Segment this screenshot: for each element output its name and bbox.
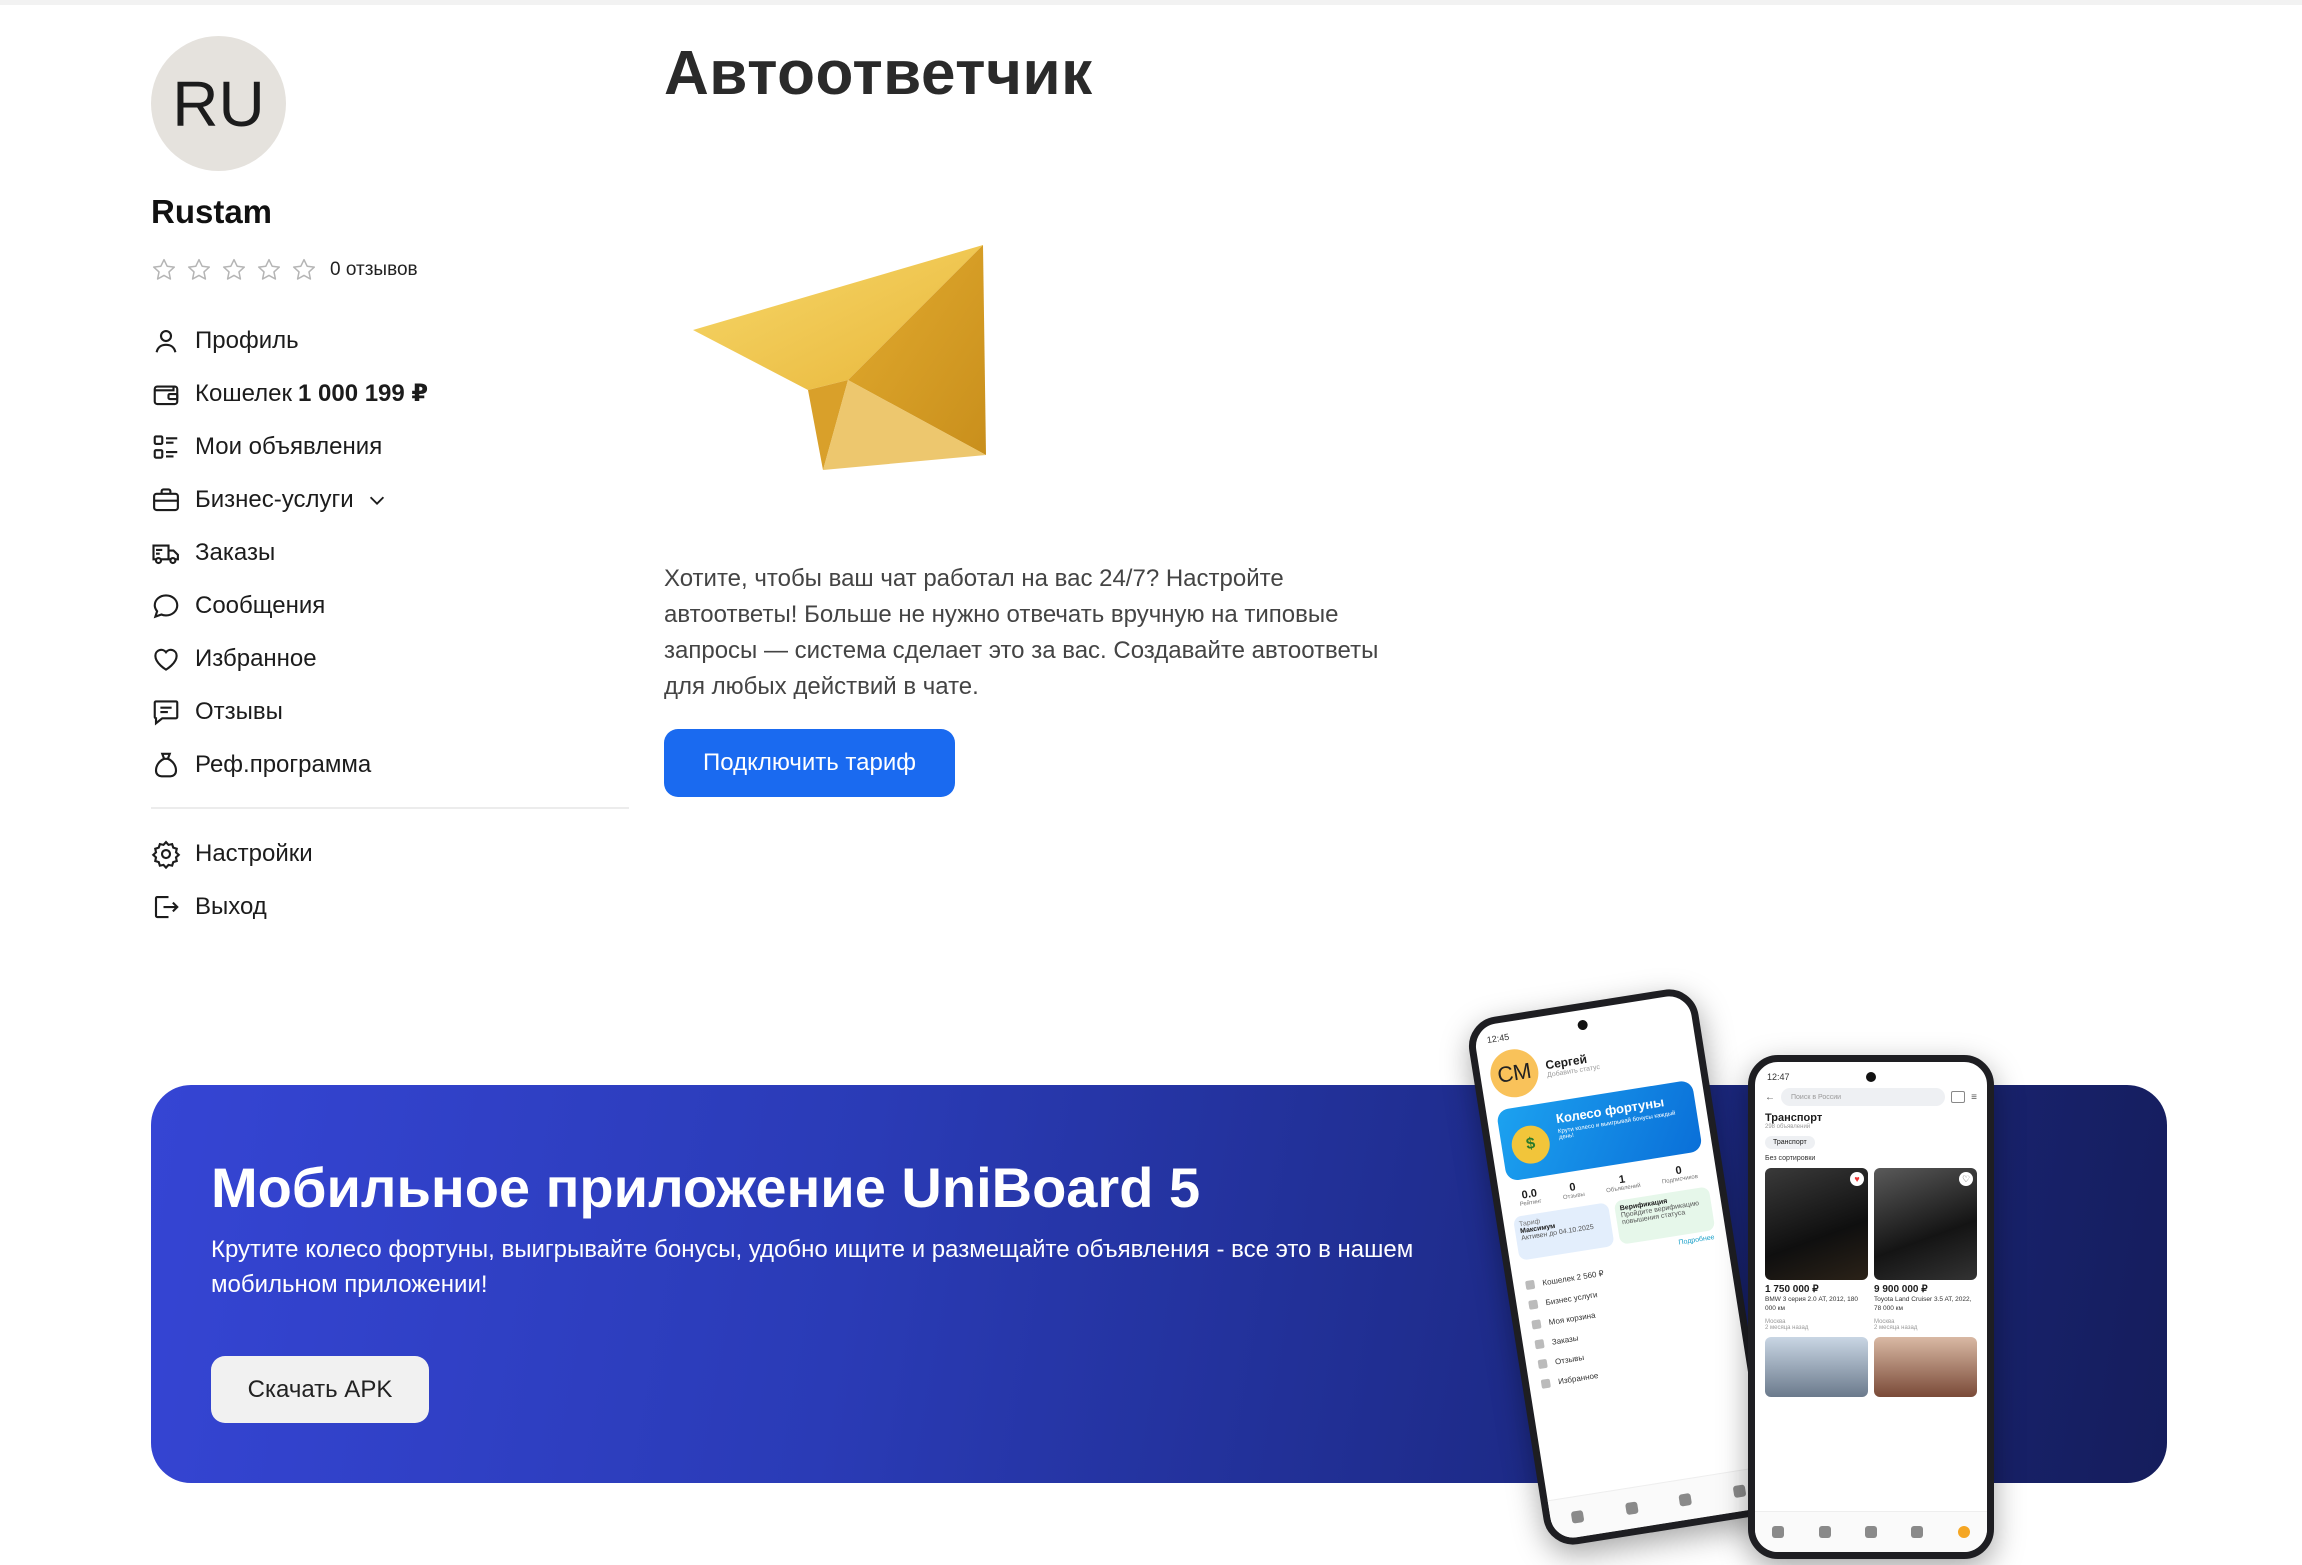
listing-date: 2 месяца назад [1765,1325,1809,1331]
stat: 0.0 Рейтинг [1519,1187,1543,1209]
rating: 0 отзывов [151,255,418,285]
reviews-count[interactable]: 0 отзывов [330,259,418,281]
sidebar-item-reviews[interactable]: Отзывы [151,685,629,738]
listing-price: 9 900 000 ₽ [1874,1284,1928,1295]
star-icon [222,258,246,280]
phone-mockup-listings: 12:47 ← Поиск в России ≡ Транспорт 298 о… [1748,1055,1994,1559]
page-title: Автоответчик [664,39,1093,108]
wallet-amount: 1 000 199 ₽ [297,380,429,407]
gear-icon [151,840,181,869]
banner-text: Крутите колесо фортуны, выигрывайте бону… [211,1236,1414,1298]
sidebar-item-business[interactable]: Бизнес-услуги [151,473,629,526]
sidebar-item-messages[interactable]: Сообщения [151,579,629,632]
back-arrow-icon: ← [1765,1091,1775,1103]
bag-icon [1951,1091,1966,1103]
sidebar-item-label: Отзывы [195,697,283,725]
heart-icon [154,648,178,671]
sidebar-item-settings[interactable]: Настройки [151,827,629,880]
sidebar-item-wallet[interactable]: Кошелек 1 000 199 ₽ [151,367,629,420]
review-icon [153,699,179,725]
heart-icon: ♥ [1850,1172,1864,1186]
phone-listing-grid: ♥ 1 750 000 ₽ BMW 3 серия 2.0 AT, 2012, … [1755,1162,1987,1403]
banner-title: Мобильное приложение UniBoard 5 [211,1156,1201,1219]
sidebar-item-my-ads[interactable]: Мои объявления [151,420,629,473]
sidebar-item-label: Настройки [195,839,313,867]
phone-category-title: Транспорт [1765,1112,1823,1124]
phone-bottom-nav [1755,1511,1987,1552]
star-icon [257,258,281,280]
sidebar-item-label: Мои объявления [195,432,383,460]
phone-listing-count: 298 объявлений [1765,1124,1811,1130]
sidebar-item-logout[interactable]: Выход [151,880,629,933]
chevron-down-icon [369,496,384,505]
top-border [0,0,2302,5]
sidebar-menu: Профиль Кошелек 1 000 199 ₽ Мои объявлени… [151,314,629,933]
sidebar-item-favorites[interactable]: Избранное [151,632,629,685]
sidebar-item-label: Профиль [195,326,299,354]
listing-card: ♥ 1 750 000 ₽ BMW 3 серия 2.0 AT, 2012, … [1765,1168,1868,1331]
money-bag-icon [154,752,178,777]
car-photo: ♡ [1874,1168,1977,1280]
user-name: Rustam [151,193,273,230]
avatar-initials: RU [172,67,265,140]
sidebar-item-orders[interactable]: Заказы [151,526,629,579]
sidebar-item-label: Реф.программа [195,750,372,778]
avatar[interactable]: RU [151,36,286,171]
download-apk-button[interactable]: Скачать APK [211,1356,429,1423]
phone-search-bar: ← Поиск в России ≡ [1765,1088,1977,1106]
stat: 1 Объявлений [1605,1173,1642,1195]
sidebar-item-profile[interactable]: Профиль [151,314,629,367]
phone-bottom-nav [1547,1466,1770,1541]
sidebar-item-label: Заказы [195,538,276,566]
phone-avatar: СМ [1486,1045,1542,1101]
truck-icon [152,543,179,564]
chat-bubble-icon [153,593,179,618]
sidebar-item-label: Сообщения [195,591,326,619]
feature-description: Хотите, чтобы ваш чат работал на вас 24/… [664,565,1379,700]
listing-title: BMW 3 серия 2.0 AT, 2012, 180 000 км [1765,1296,1859,1312]
divider [151,807,629,809]
sidebar-item-label: Выход [195,892,267,920]
listing-price: 1 750 000 ₽ [1765,1284,1819,1295]
connect-tariff-button[interactable]: Подключить тариф [664,729,955,797]
car-photo [1765,1337,1868,1397]
money-face-icon: $ [1509,1122,1553,1167]
sidebar-item-referral[interactable]: Реф.программа [151,738,629,791]
stat: 0 Отзывы [1562,1181,1586,1202]
listing-card: ♡ 9 900 000 ₽ Toyota Land Cruiser 3.5 AT… [1874,1168,1977,1331]
listing-title: Toyota Land Cruiser 3.5 AT, 2022, 78 000… [1874,1296,1972,1312]
star-icon [152,258,176,280]
car-photo: ♥ [1765,1168,1868,1280]
filter-icon: ≡ [1971,1091,1977,1103]
logout-icon [154,895,179,918]
phone-search-input: Поиск в России [1781,1088,1946,1106]
sidebar-item-label: Кошелек [195,379,292,407]
listing-date: 2 месяца назад [1874,1325,1918,1331]
phone-filter-chip: Транспорт [1765,1136,1815,1149]
star-icon [187,258,211,280]
wallet-icon [153,384,179,405]
star-icon [292,258,316,280]
heart-icon: ♡ [1959,1172,1973,1186]
sidebar-item-label: Бизнес-услуги [195,485,354,513]
list-icon [153,434,178,459]
camera-notch [1866,1072,1876,1082]
phone-sort: Без сортировки [1765,1155,1816,1162]
user-icon [155,329,177,353]
stat: 0 Подписчиков [1661,1164,1699,1186]
paper-plane-illustration [693,245,986,470]
building-photo [1874,1337,1977,1397]
briefcase-icon [153,487,179,511]
sidebar-item-label: Избранное [195,644,317,672]
